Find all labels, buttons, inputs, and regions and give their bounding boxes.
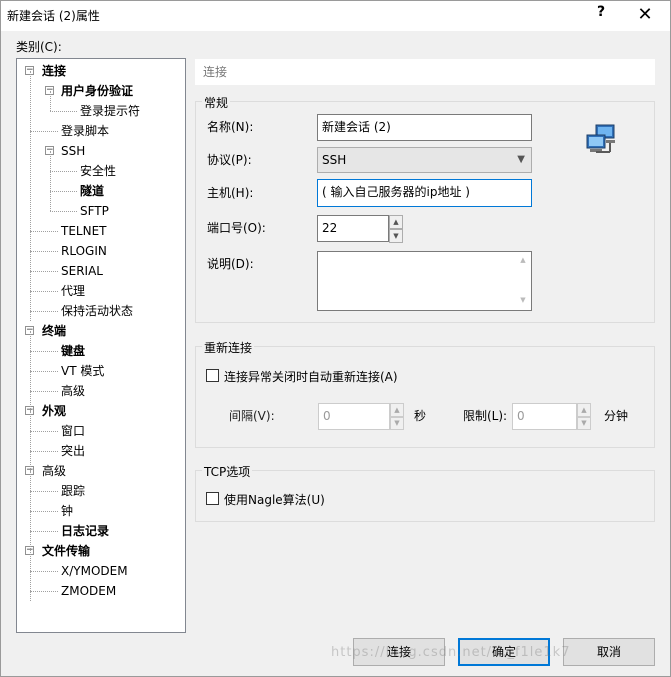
- tree-connector: [30, 291, 58, 292]
- title-bar: 新建会话 (2)属性 ? ✕: [1, 1, 670, 31]
- name-label: 名称(N):: [207, 120, 254, 134]
- tree-item[interactable]: 终端: [42, 321, 66, 341]
- tree-item[interactable]: 窗口: [61, 421, 85, 441]
- watermark: https://blog.csdn.net/..._f1le1k7: [331, 645, 571, 660]
- interval-up-icon[interactable]: ▲: [390, 403, 404, 417]
- interval-label: 间隔(V):: [229, 409, 275, 423]
- tree-guide-line: [50, 91, 51, 111]
- tree-item[interactable]: 文件传输: [42, 541, 90, 561]
- limit-unit: 分钟: [604, 409, 629, 423]
- tree-item[interactable]: 高级: [61, 381, 85, 401]
- tree-connector: [50, 191, 77, 192]
- tree-connector: [30, 531, 58, 532]
- tree-connector: [30, 511, 58, 512]
- tree-item[interactable]: 保持活动状态: [61, 301, 133, 321]
- nagle-label: 使用Nagle算法(U): [224, 493, 325, 507]
- name-input[interactable]: 新建会话 (2): [317, 114, 532, 141]
- tree-connector: [30, 351, 58, 352]
- scroll-up-icon[interactable]: ▲: [515, 256, 531, 264]
- tree-item[interactable]: 代理: [61, 281, 85, 301]
- port-input[interactable]: 22: [317, 215, 389, 242]
- auto-reconnect-checkbox[interactable]: [206, 369, 219, 382]
- tree-connector: [30, 131, 58, 132]
- limit-input[interactable]: 0: [512, 403, 577, 430]
- reconnect-group-title: 重新连接: [202, 339, 255, 356]
- tree-item[interactable]: 用户身份验证: [61, 81, 133, 101]
- help-icon[interactable]: ?: [589, 4, 613, 26]
- chevron-down-icon: ▼: [517, 154, 525, 165]
- tree-item[interactable]: X/YMODEM: [61, 561, 128, 581]
- tree-item[interactable]: ZMODEM: [61, 581, 116, 601]
- tree-item[interactable]: SFTP: [80, 201, 109, 221]
- port-down-icon[interactable]: ▼: [389, 229, 403, 243]
- category-label: 类别(C):: [16, 40, 62, 54]
- host-label: 主机(H):: [207, 186, 254, 200]
- tree-connector: [30, 591, 58, 592]
- limit-down-icon[interactable]: ▼: [577, 417, 591, 430]
- tree-connector: [30, 491, 58, 492]
- tree-item[interactable]: 安全性: [80, 161, 116, 181]
- tree-item[interactable]: SSH: [61, 141, 85, 161]
- tree-connector: [30, 451, 58, 452]
- tree-connector: [30, 251, 58, 252]
- tree-item[interactable]: 钟: [61, 501, 73, 521]
- tree-item[interactable]: VT 模式: [61, 361, 104, 381]
- tree-connector: [30, 311, 58, 312]
- auto-reconnect-label: 连接异常关闭时自动重新连接(A): [224, 370, 398, 384]
- tree-item[interactable]: RLOGIN: [61, 241, 107, 261]
- protocol-select[interactable]: SSH ▼: [317, 147, 532, 173]
- tree-item[interactable]: 跟踪: [61, 481, 85, 501]
- limit-label: 限制(L):: [463, 409, 508, 423]
- tree-connector: [50, 211, 77, 212]
- protocol-label: 协议(P):: [207, 153, 252, 167]
- port-label: 端口号(O):: [207, 221, 266, 235]
- interval-down-icon[interactable]: ▼: [390, 417, 404, 430]
- tree-item[interactable]: 登录脚本: [61, 121, 109, 141]
- host-input[interactable]: ( 输入自己服务器的ip地址 ): [317, 179, 532, 207]
- tree-guide-line: [30, 471, 31, 601]
- general-group-title: 常规: [202, 94, 231, 111]
- tree-connector: [30, 271, 58, 272]
- description-textarea[interactable]: [317, 251, 532, 311]
- description-label: 说明(D):: [207, 257, 254, 271]
- interval-input[interactable]: 0: [318, 403, 390, 430]
- category-tree[interactable]: − 连接 − 用户身份验证 登录提示符 登录脚本 − SSH 安全性 隧道 SFTP TELNET RL…: [16, 58, 186, 633]
- network-computers-icon: [584, 123, 618, 157]
- tree-item[interactable]: 突出: [61, 441, 85, 461]
- limit-up-icon[interactable]: ▲: [577, 403, 591, 417]
- tree-item[interactable]: 高级: [42, 461, 66, 481]
- tree-item[interactable]: 隧道: [80, 181, 104, 201]
- tree-item[interactable]: 外观: [42, 401, 66, 421]
- tree-item[interactable]: SERIAL: [61, 261, 103, 281]
- tree-guide-line: [50, 151, 51, 211]
- interval-unit: 秒: [414, 409, 427, 423]
- tree-connector: [30, 571, 58, 572]
- protocol-value: SSH: [322, 153, 347, 167]
- tree-item[interactable]: 日志记录: [61, 521, 109, 541]
- tcp-group-title: TCP选项: [202, 463, 253, 480]
- tree-connector: [30, 391, 58, 392]
- tree-connector: [30, 231, 58, 232]
- tree-item[interactable]: 登录提示符: [80, 101, 140, 121]
- tree-item[interactable]: TELNET: [61, 221, 107, 241]
- tree-guide-line: [30, 71, 31, 321]
- close-icon[interactable]: ✕: [625, 3, 665, 27]
- tree-guide-line: [30, 411, 31, 471]
- nagle-checkbox[interactable]: [206, 492, 219, 505]
- tree-item[interactable]: 连接: [42, 61, 66, 81]
- port-up-icon[interactable]: ▲: [389, 215, 403, 229]
- window-title: 新建会话 (2)属性: [7, 9, 100, 23]
- tree-connector: [30, 371, 58, 372]
- breadcrumb: 连接: [195, 59, 655, 85]
- tree-connector: [50, 111, 77, 112]
- tree-item[interactable]: 键盘: [61, 341, 85, 361]
- cancel-button[interactable]: 取消: [563, 638, 655, 666]
- session-properties-dialog: 新建会话 (2)属性 ? ✕ 类别(C): − 连接 − 用户身份验证 登录提示符 登录脚…: [0, 0, 671, 677]
- description-scrollbar[interactable]: ▲ ▼: [515, 252, 531, 310]
- tree-connector: [50, 171, 77, 172]
- scroll-down-icon[interactable]: ▼: [515, 296, 531, 304]
- tree-connector: [30, 431, 58, 432]
- reconnect-group: [195, 346, 655, 448]
